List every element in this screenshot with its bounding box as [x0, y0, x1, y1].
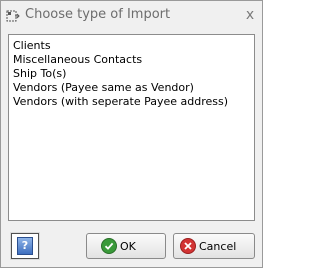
checkmark-icon — [101, 238, 117, 254]
dialog-icon — [6, 8, 20, 22]
help-icon: ? — [17, 237, 33, 255]
list-item-miscellaneous-contacts[interactable]: Miscellaneous Contacts — [13, 53, 254, 67]
list-item-clients[interactable]: Clients — [13, 39, 254, 53]
cancel-icon — [180, 238, 196, 254]
list-item-ship-tos[interactable]: Ship To(s) — [13, 67, 254, 81]
ok-button[interactable]: OK — [86, 233, 166, 259]
title-bar[interactable]: Choose type of Import x — [2, 2, 262, 28]
import-type-list[interactable]: Clients Miscellaneous Contacts Ship To(s… — [8, 34, 255, 221]
list-item-vendors-separate-payee[interactable]: Vendors (with seperate Payee address) — [13, 95, 254, 109]
close-button[interactable]: x — [240, 5, 260, 25]
help-button[interactable]: ? — [10, 232, 40, 260]
list-item-vendors-payee-same[interactable]: Vendors (Payee same as Vendor) — [13, 81, 254, 95]
cancel-label: Cancel — [199, 240, 237, 253]
cancel-button[interactable]: Cancel — [173, 233, 255, 259]
import-type-dialog: Choose type of Import x Clients Miscella… — [0, 0, 263, 268]
ok-label: OK — [120, 240, 136, 253]
dialog-title: Choose type of Import — [25, 7, 171, 22]
